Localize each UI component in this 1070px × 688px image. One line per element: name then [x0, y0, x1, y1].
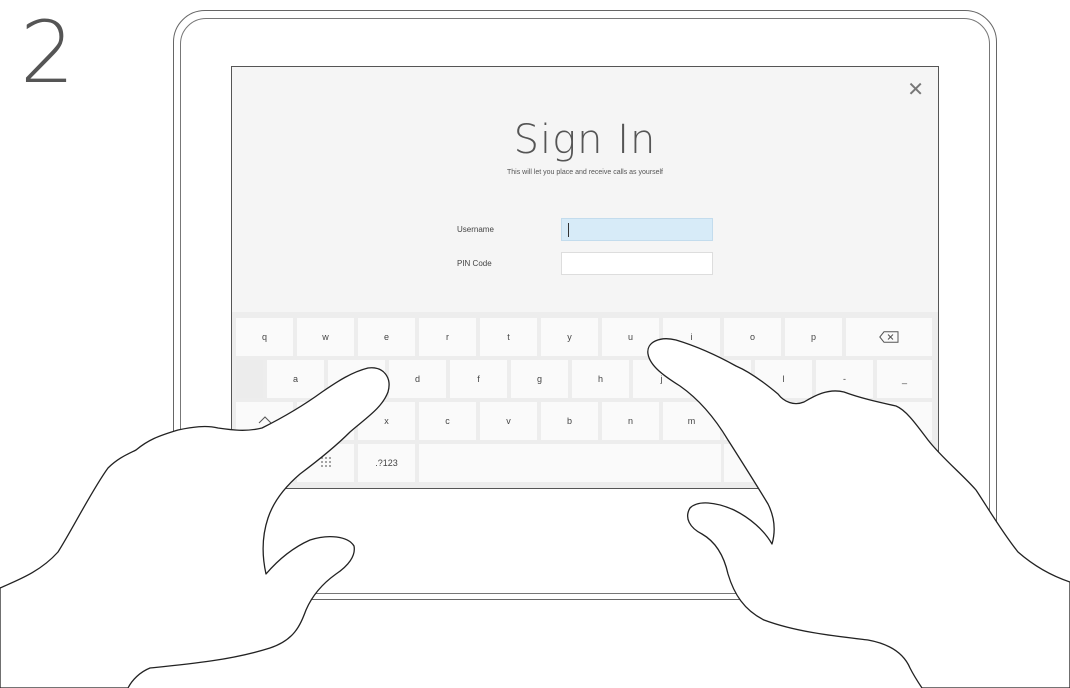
dialog-subtitle: This will let you place and receive call… [506, 169, 663, 176]
pin-code-label: PIN Code [457, 259, 492, 268]
key-l[interactable]: l [755, 360, 812, 398]
key-u[interactable]: u [602, 318, 659, 356]
close-icon[interactable]: ✕ [907, 77, 924, 101]
keyboard-row3-blank [724, 402, 932, 440]
tablet-screen: ✕ Sign In This will let you place and re… [231, 66, 939, 489]
key-i[interactable]: i [663, 318, 720, 356]
key-underscore[interactable]: _ [877, 360, 932, 398]
step-number: 2 [20, 3, 75, 103]
key-p[interactable]: p [785, 318, 842, 356]
shift-icon [258, 415, 272, 427]
key-z[interactable]: z [297, 402, 354, 440]
key-r[interactable]: r [419, 318, 476, 356]
key-v[interactable]: v [480, 402, 537, 440]
shift-key[interactable] [236, 402, 293, 440]
keypad-key[interactable] [297, 444, 354, 482]
backspace-icon[interactable] [846, 318, 932, 356]
symbols-key[interactable]: .?123 [358, 444, 415, 482]
key-y[interactable]: y [541, 318, 598, 356]
key-k[interactable]: k [694, 360, 751, 398]
keyboard-row4-blank [724, 444, 932, 482]
text-caret [568, 223, 569, 237]
key-t[interactable]: t [480, 318, 537, 356]
space-bar[interactable] [419, 444, 721, 482]
key-f[interactable]: f [450, 360, 507, 398]
key-m[interactable]: m [663, 402, 720, 440]
username-input[interactable] [561, 218, 713, 241]
key-o[interactable]: o [724, 318, 781, 356]
key-b[interactable]: b [541, 402, 598, 440]
key-w[interactable]: w [297, 318, 354, 356]
key-x[interactable]: x [358, 402, 415, 440]
keyboard-spacer-left [236, 360, 263, 398]
dialog-title: Sign In [513, 117, 657, 163]
key-d[interactable]: d [389, 360, 446, 398]
key-hyphen[interactable]: - [816, 360, 873, 398]
key-g[interactable]: g [511, 360, 568, 398]
on-screen-keyboard: q w e r t y u i o p a s d f g h j k l - … [232, 312, 938, 488]
key-n[interactable]: n [602, 402, 659, 440]
key-e[interactable]: e [358, 318, 415, 356]
key-h[interactable]: h [572, 360, 629, 398]
keypad-icon [320, 456, 332, 470]
key-c[interactable]: c [419, 402, 476, 440]
key-q[interactable]: q [236, 318, 293, 356]
key-a[interactable]: a [267, 360, 324, 398]
key-j[interactable]: j [633, 360, 690, 398]
username-label: Username [457, 225, 494, 234]
key-s[interactable]: s [328, 360, 385, 398]
pin-code-input[interactable] [561, 252, 713, 275]
